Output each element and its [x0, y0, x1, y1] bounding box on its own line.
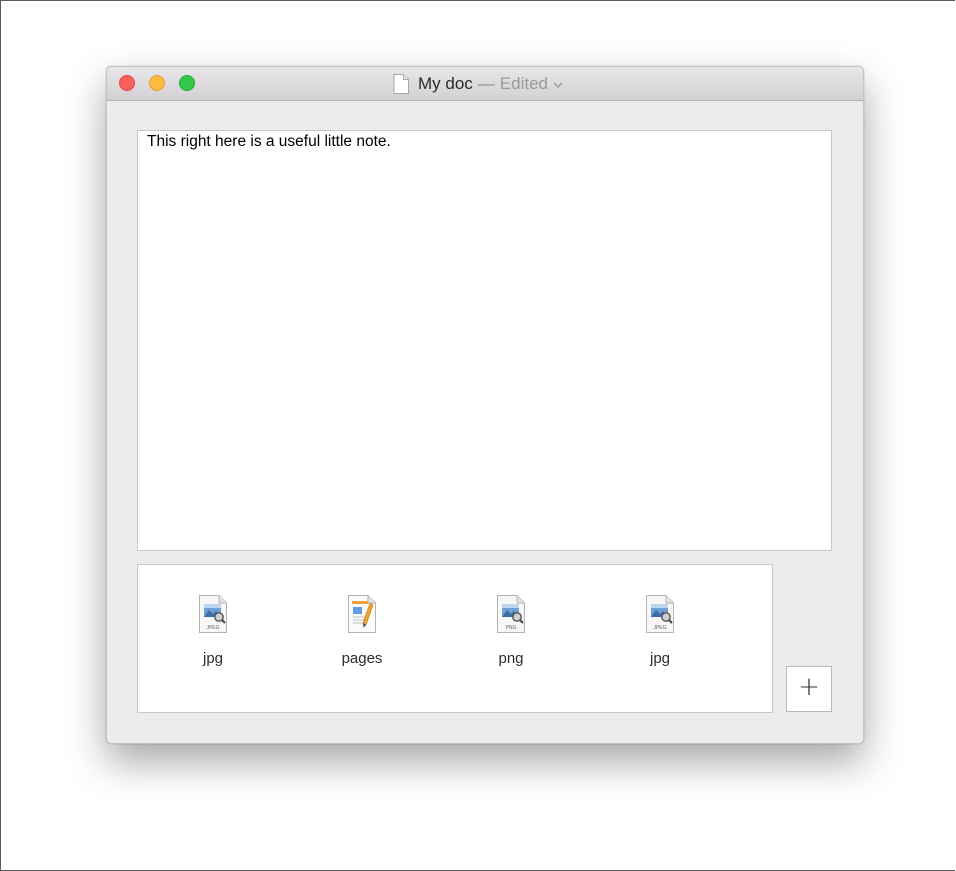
attachment-item[interactable]: pages — [317, 595, 407, 685]
attachment-label: png — [498, 650, 524, 667]
title-separator: — — [477, 74, 495, 93]
png-file-icon: PNG — [497, 595, 525, 633]
attachment-item[interactable]: PNG png — [466, 595, 556, 685]
document-name: My doc — [418, 74, 473, 93]
title-bar[interactable]: My doc — Edited — [107, 67, 863, 101]
zoom-window-button[interactable] — [179, 75, 195, 91]
attachments-panel[interactable]: JPEG jpg pages PNG png JPEG jpg — [137, 564, 773, 713]
document-window: My doc — Edited JPEG — [106, 66, 864, 744]
window-title[interactable]: My doc — Edited — [393, 73, 563, 95]
close-window-button[interactable] — [119, 75, 135, 91]
add-attachment-button[interactable]: + — [786, 666, 832, 712]
attachment-label: jpg — [649, 650, 671, 667]
document-proxy-icon[interactable] — [393, 74, 409, 94]
attachment-item[interactable]: JPEG jpg — [168, 595, 258, 685]
file-badge: JPEG — [653, 625, 666, 631]
jpeg-file-icon: JPEG — [199, 595, 227, 633]
attachment-label: pages — [341, 650, 383, 667]
desktop-canvas: My doc — Edited JPEG — [0, 0, 955, 871]
jpeg-file-icon: JPEG — [646, 595, 674, 633]
chevron-down-icon[interactable] — [553, 81, 563, 89]
attachment-item[interactable]: JPEG jpg — [615, 595, 705, 685]
note-text-area[interactable] — [137, 130, 832, 551]
attachment-label: jpg — [202, 650, 224, 667]
pages-file-icon — [348, 595, 376, 633]
edited-status: Edited — [499, 74, 548, 93]
file-badge: PNG — [506, 625, 517, 631]
minimize-window-button[interactable] — [149, 75, 165, 91]
file-badge: JPEG — [206, 625, 219, 631]
